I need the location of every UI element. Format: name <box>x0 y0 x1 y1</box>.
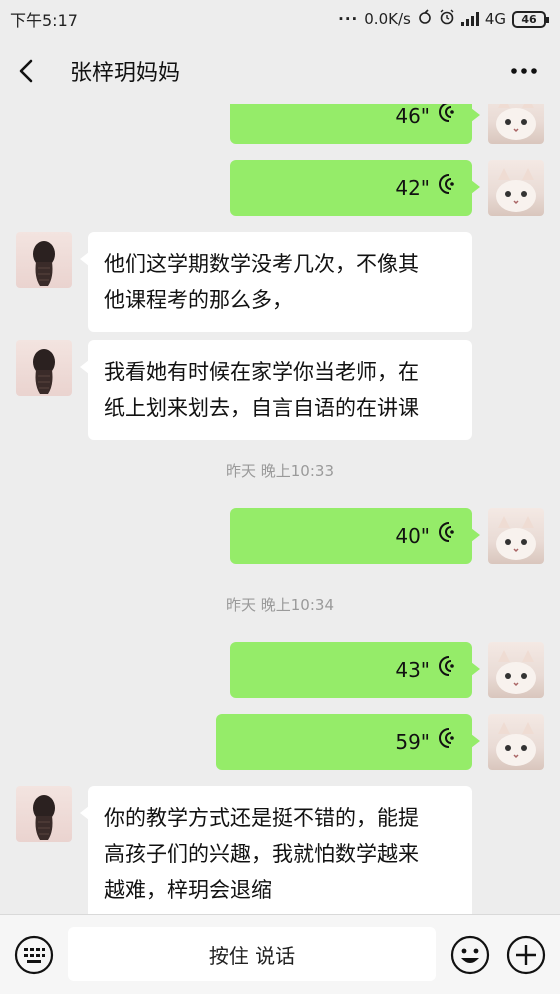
my-avatar[interactable] <box>488 160 544 216</box>
signal-icon <box>460 12 479 26</box>
contact-avatar[interactable] <box>16 340 72 396</box>
voice-wave-icon <box>438 104 454 134</box>
status-time: 下午5:17 <box>10 11 78 30</box>
battery-level: 46 <box>521 12 537 26</box>
text-message[interactable]: 你的教学方式还是挺不错的，能提 高孩子们的兴趣，我就怕数学越来 越难，梓玥会退缩 <box>80 786 472 914</box>
my-avatar[interactable] <box>488 642 544 698</box>
voice-message[interactable]: 42" <box>230 160 480 216</box>
message-line: 我看她有时候在家学你当老师，在 <box>104 360 419 384</box>
voice-duration: 43" <box>395 658 430 682</box>
message-line: 越难，梓玥会退缩 <box>104 878 272 902</box>
voice-duration: 42" <box>395 176 430 200</box>
message-line: 他们这学期数学没考几次，不像其 <box>104 252 419 276</box>
hold-to-talk-button[interactable]: 按住 说话 <box>68 927 436 981</box>
hotspot-icon <box>417 9 433 29</box>
keyboard-icon[interactable] <box>14 935 54 979</box>
network-speed: 0.0K/s <box>364 10 411 28</box>
chat-area: 46" 42" 他们这学期数学没考几次，不像其 他课程考的那么多， 我看她有时候… <box>0 104 560 914</box>
emoji-icon[interactable] <box>450 935 490 979</box>
message-line: 他课程考的那么多， <box>104 288 293 312</box>
my-avatar[interactable] <box>488 104 544 144</box>
text-message[interactable]: 我看她有时候在家学你当老师，在 纸上划来划去，自言自语的在讲课 <box>80 340 472 440</box>
back-icon[interactable] <box>16 58 42 84</box>
message-line: 纸上划来划去，自言自语的在讲课 <box>104 396 419 420</box>
voice-wave-icon <box>438 652 454 688</box>
chat-title: 张梓玥妈妈 <box>70 61 181 86</box>
voice-duration: 59" <box>395 730 430 754</box>
voice-wave-icon <box>438 724 454 760</box>
voice-message[interactable]: 43" <box>230 642 480 698</box>
input-bar: 按住 说话 <box>0 914 560 994</box>
battery-icon: 46 <box>512 10 549 28</box>
message-line: 你的教学方式还是挺不错的，能提 <box>104 806 419 830</box>
message-timestamp: 昨天 晚上10:34 <box>226 596 334 614</box>
voice-duration: 46" <box>395 104 430 128</box>
voice-message[interactable]: 40" <box>230 508 480 564</box>
chat-header: 张梓玥妈妈 <box>0 38 560 104</box>
my-avatar[interactable] <box>488 714 544 770</box>
status-indicators: ··· 0.0K/s 4G 46 <box>338 9 549 29</box>
voice-message[interactable]: 59" <box>216 714 480 770</box>
plus-icon[interactable] <box>506 935 546 979</box>
my-avatar[interactable] <box>488 508 544 564</box>
dots-icon: ··· <box>338 10 359 28</box>
contact-avatar[interactable] <box>16 232 72 288</box>
status-bar: 下午5:17 ··· 0.0K/s 4G 46 <box>0 0 560 38</box>
voice-duration: 40" <box>395 524 430 548</box>
voice-message[interactable]: 46" <box>230 104 480 144</box>
contact-avatar[interactable] <box>16 786 72 842</box>
alarm-icon <box>439 9 455 29</box>
voice-wave-icon <box>438 518 454 554</box>
message-timestamp: 昨天 晚上10:33 <box>226 462 334 480</box>
text-message[interactable]: 他们这学期数学没考几次，不像其 他课程考的那么多， <box>80 232 472 332</box>
voice-wave-icon <box>438 170 454 206</box>
more-icon[interactable] <box>504 56 544 86</box>
network-type: 4G <box>484 10 506 28</box>
message-line: 高孩子们的兴趣，我就怕数学越来 <box>104 842 419 866</box>
